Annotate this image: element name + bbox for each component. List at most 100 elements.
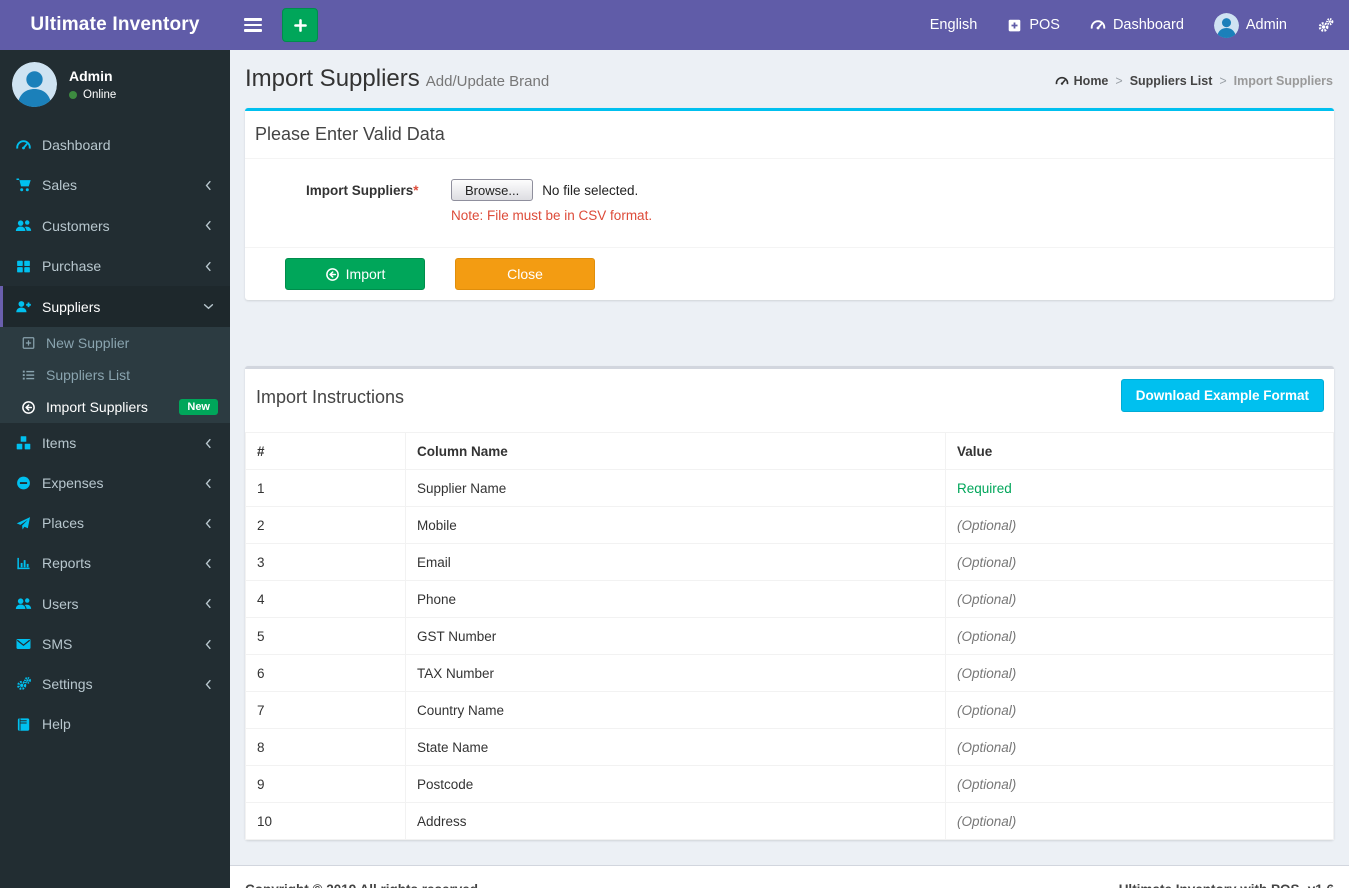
chevron-left-icon — [202, 219, 215, 232]
sidebar-item-sales: Sales — [0, 165, 230, 205]
required-asterisk: * — [413, 183, 418, 198]
sidebar-menu: Dashboard Sales Customers Purchase Suppl… — [0, 125, 230, 744]
table-row: 1 Supplier Name Required — [246, 470, 1334, 507]
value-required: Required — [946, 470, 1334, 507]
bar-chart-icon — [15, 556, 32, 571]
breadcrumb-separator: > — [1115, 74, 1122, 88]
breadcrumb-current: Import Suppliers — [1234, 74, 1333, 88]
breadcrumb-suppliers-list[interactable]: Suppliers List — [1130, 74, 1213, 88]
value-optional: (Optional) — [946, 692, 1334, 729]
chevron-left-icon — [202, 179, 215, 192]
value-optional: (Optional) — [946, 655, 1334, 692]
table-row: 9 Postcode (Optional) — [246, 766, 1334, 803]
users-icon — [15, 217, 32, 234]
file-field-column: Browse... No file selected. Note: File m… — [451, 179, 652, 223]
settings-menu-button[interactable] — [1302, 0, 1349, 50]
users-icon — [15, 595, 32, 612]
pos-link[interactable]: POS — [992, 0, 1075, 50]
page-footer: Copyright © 2019 All rights reserved. Ul… — [230, 865, 1349, 888]
value-optional: (Optional) — [946, 766, 1334, 803]
avatar-icon — [12, 62, 57, 107]
table-row: 7 Country Name (Optional) — [246, 692, 1334, 729]
chevron-left-icon — [202, 557, 215, 570]
list-icon — [21, 368, 36, 382]
table-header-row: # Column Name Value — [246, 433, 1334, 470]
cart-icon — [15, 177, 32, 193]
sidebar-item-purchase: Purchase — [0, 246, 230, 286]
page-title: Import Suppliers — [245, 65, 420, 93]
chevron-down-icon — [202, 300, 215, 313]
top-navbar: Ultimate Inventory English POS Dashboard… — [0, 0, 1349, 50]
value-optional: (Optional) — [946, 507, 1334, 544]
col-header-number: # — [246, 433, 406, 470]
app-logo[interactable]: Ultimate Inventory — [0, 0, 230, 50]
content-header: Import SuppliersAdd/Update Brand Home > … — [230, 50, 1349, 108]
tachometer-icon — [1090, 17, 1106, 33]
import-button[interactable]: Import — [285, 258, 425, 290]
sidebar-item-reports: Reports — [0, 543, 230, 583]
import-circle-icon — [325, 267, 340, 282]
breadcrumb: Home > Suppliers List > Import Suppliers — [1055, 74, 1333, 88]
value-optional: (Optional) — [946, 729, 1334, 766]
sidebar-user-name: Admin — [69, 68, 116, 84]
user-plus-icon — [15, 298, 32, 315]
pos-label: POS — [1029, 17, 1060, 33]
value-optional: (Optional) — [946, 544, 1334, 581]
tachometer-icon — [15, 137, 32, 153]
navbar-right-menu: English POS Dashboard Admin — [915, 0, 1349, 50]
sidebar-item-import-suppliers: Import Suppliers New — [0, 391, 230, 423]
sidebar-item-users: Users — [0, 583, 230, 624]
import-form-card: Please Enter Valid Data Import Suppliers… — [245, 108, 1334, 300]
dashboard-link[interactable]: Dashboard — [1075, 0, 1199, 50]
chevron-left-icon — [202, 638, 215, 651]
language-menu[interactable]: English — [915, 0, 993, 50]
col-header-column-name: Column Name — [406, 433, 946, 470]
file-field-row: Import Suppliers* Browse... No file sele… — [255, 179, 1324, 223]
sidebar-user-panel: Admin Online — [0, 50, 230, 119]
user-online-status: Online — [69, 89, 116, 101]
cogs-icon — [15, 676, 32, 692]
table-row: 4 Phone (Optional) — [246, 581, 1334, 618]
hamburger-icon — [244, 18, 262, 21]
sidebar-item-sms: SMS — [0, 624, 230, 664]
plus-icon — [293, 18, 308, 33]
sidebar-toggle-button[interactable] — [230, 0, 276, 50]
form-card-footer: Import Close — [245, 247, 1334, 300]
import-circle-icon — [21, 400, 36, 415]
breadcrumb-home[interactable]: Home — [1055, 74, 1109, 88]
avatar — [1214, 13, 1239, 38]
cubes-icon — [15, 435, 32, 451]
form-card-body: Import Suppliers* Browse... No file sele… — [245, 158, 1334, 247]
sidebar-item-customers: Customers — [0, 205, 230, 246]
table-row: 10 Address (Optional) — [246, 803, 1334, 840]
suppliers-submenu: New Supplier Suppliers List Import Suppl… — [0, 327, 230, 423]
download-example-format-button[interactable]: Download Example Format — [1121, 379, 1324, 412]
content-area: Import SuppliersAdd/Update Brand Home > … — [230, 50, 1349, 865]
sidebar-item-places: Places — [0, 503, 230, 543]
new-badge: New — [179, 399, 218, 415]
user-menu-label: Admin — [1246, 17, 1287, 33]
browse-button[interactable]: Browse... — [451, 179, 533, 201]
online-dot-icon — [69, 91, 77, 99]
quick-add-button[interactable] — [282, 8, 318, 42]
sidebar-item-items: Items — [0, 423, 230, 463]
chevron-left-icon — [202, 517, 215, 530]
table-row: 5 GST Number (Optional) — [246, 618, 1334, 655]
sidebar-item-expenses: Expenses — [0, 463, 230, 503]
form-card-header: Please Enter Valid Data — [245, 111, 1334, 158]
close-button[interactable]: Close — [455, 258, 595, 290]
plus-square-outline-icon — [21, 336, 36, 350]
file-status-text: No file selected. — [542, 183, 638, 198]
chevron-left-icon — [202, 597, 215, 610]
import-instructions-card: Import Instructions Download Example For… — [245, 366, 1334, 840]
avatar-icon — [1214, 13, 1239, 38]
sidebar: Admin Online Dashboard Sales Customers P… — [0, 50, 230, 888]
avatar — [12, 62, 57, 107]
file-field-label: Import Suppliers* — [306, 179, 451, 198]
instructions-table: # Column Name Value 1 Supplier Name Requ… — [245, 432, 1334, 840]
user-menu[interactable]: Admin — [1199, 0, 1302, 50]
table-row: 3 Email (Optional) — [246, 544, 1334, 581]
value-optional: (Optional) — [946, 581, 1334, 618]
instructions-card-header: Import Instructions Download Example For… — [245, 369, 1334, 432]
book-icon — [15, 717, 32, 732]
